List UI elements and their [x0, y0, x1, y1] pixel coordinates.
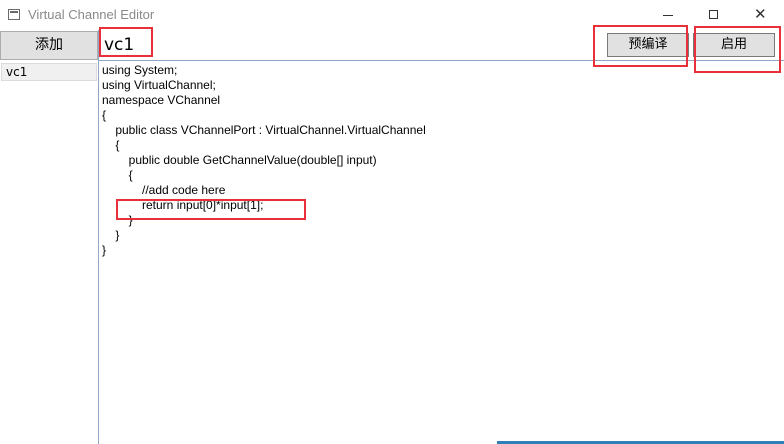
maximize-button[interactable]: [691, 0, 737, 30]
code-line: }: [102, 228, 120, 242]
code-line: public class VChannelPort : VirtualChann…: [102, 123, 426, 137]
title-bar: Virtual Channel Editor ✕: [0, 0, 784, 30]
code-line: namespace VChannel: [102, 93, 221, 107]
channel-list: vc1: [1, 63, 97, 81]
channel-sidebar: 添加 vc1: [0, 30, 99, 444]
maximize-icon: [709, 10, 718, 19]
enable-button[interactable]: 启用: [693, 33, 775, 57]
code-line: {: [102, 138, 120, 152]
code-line: {: [102, 108, 107, 122]
minimize-button[interactable]: [645, 0, 691, 30]
code-line: return input[0]*input[1];: [102, 198, 264, 212]
precompile-button[interactable]: 预编译: [607, 33, 689, 57]
window-title: Virtual Channel Editor: [28, 7, 155, 22]
close-button[interactable]: ✕: [737, 0, 783, 30]
code-line: }: [102, 243, 107, 257]
code-line: using VirtualChannel;: [102, 78, 216, 92]
code-line: {: [102, 168, 133, 182]
code-line: public double GetChannelValue(double[] i…: [102, 153, 377, 167]
code-line: //add code here: [102, 183, 226, 197]
app-icon: [8, 9, 20, 20]
close-icon: ✕: [754, 5, 767, 23]
virtual-channel-editor-window: Virtual Channel Editor ✕ 添加 vc1 预编译 启用 u…: [0, 0, 784, 444]
add-channel-button[interactable]: 添加: [0, 31, 98, 60]
minimize-icon: [663, 15, 673, 16]
code-line: }: [102, 213, 133, 227]
channel-name-input[interactable]: [100, 30, 580, 59]
channel-list-item[interactable]: vc1: [1, 63, 97, 81]
code-line: using System;: [102, 63, 178, 77]
code-editor[interactable]: using System; using VirtualChannel; namesp…: [100, 61, 784, 444]
